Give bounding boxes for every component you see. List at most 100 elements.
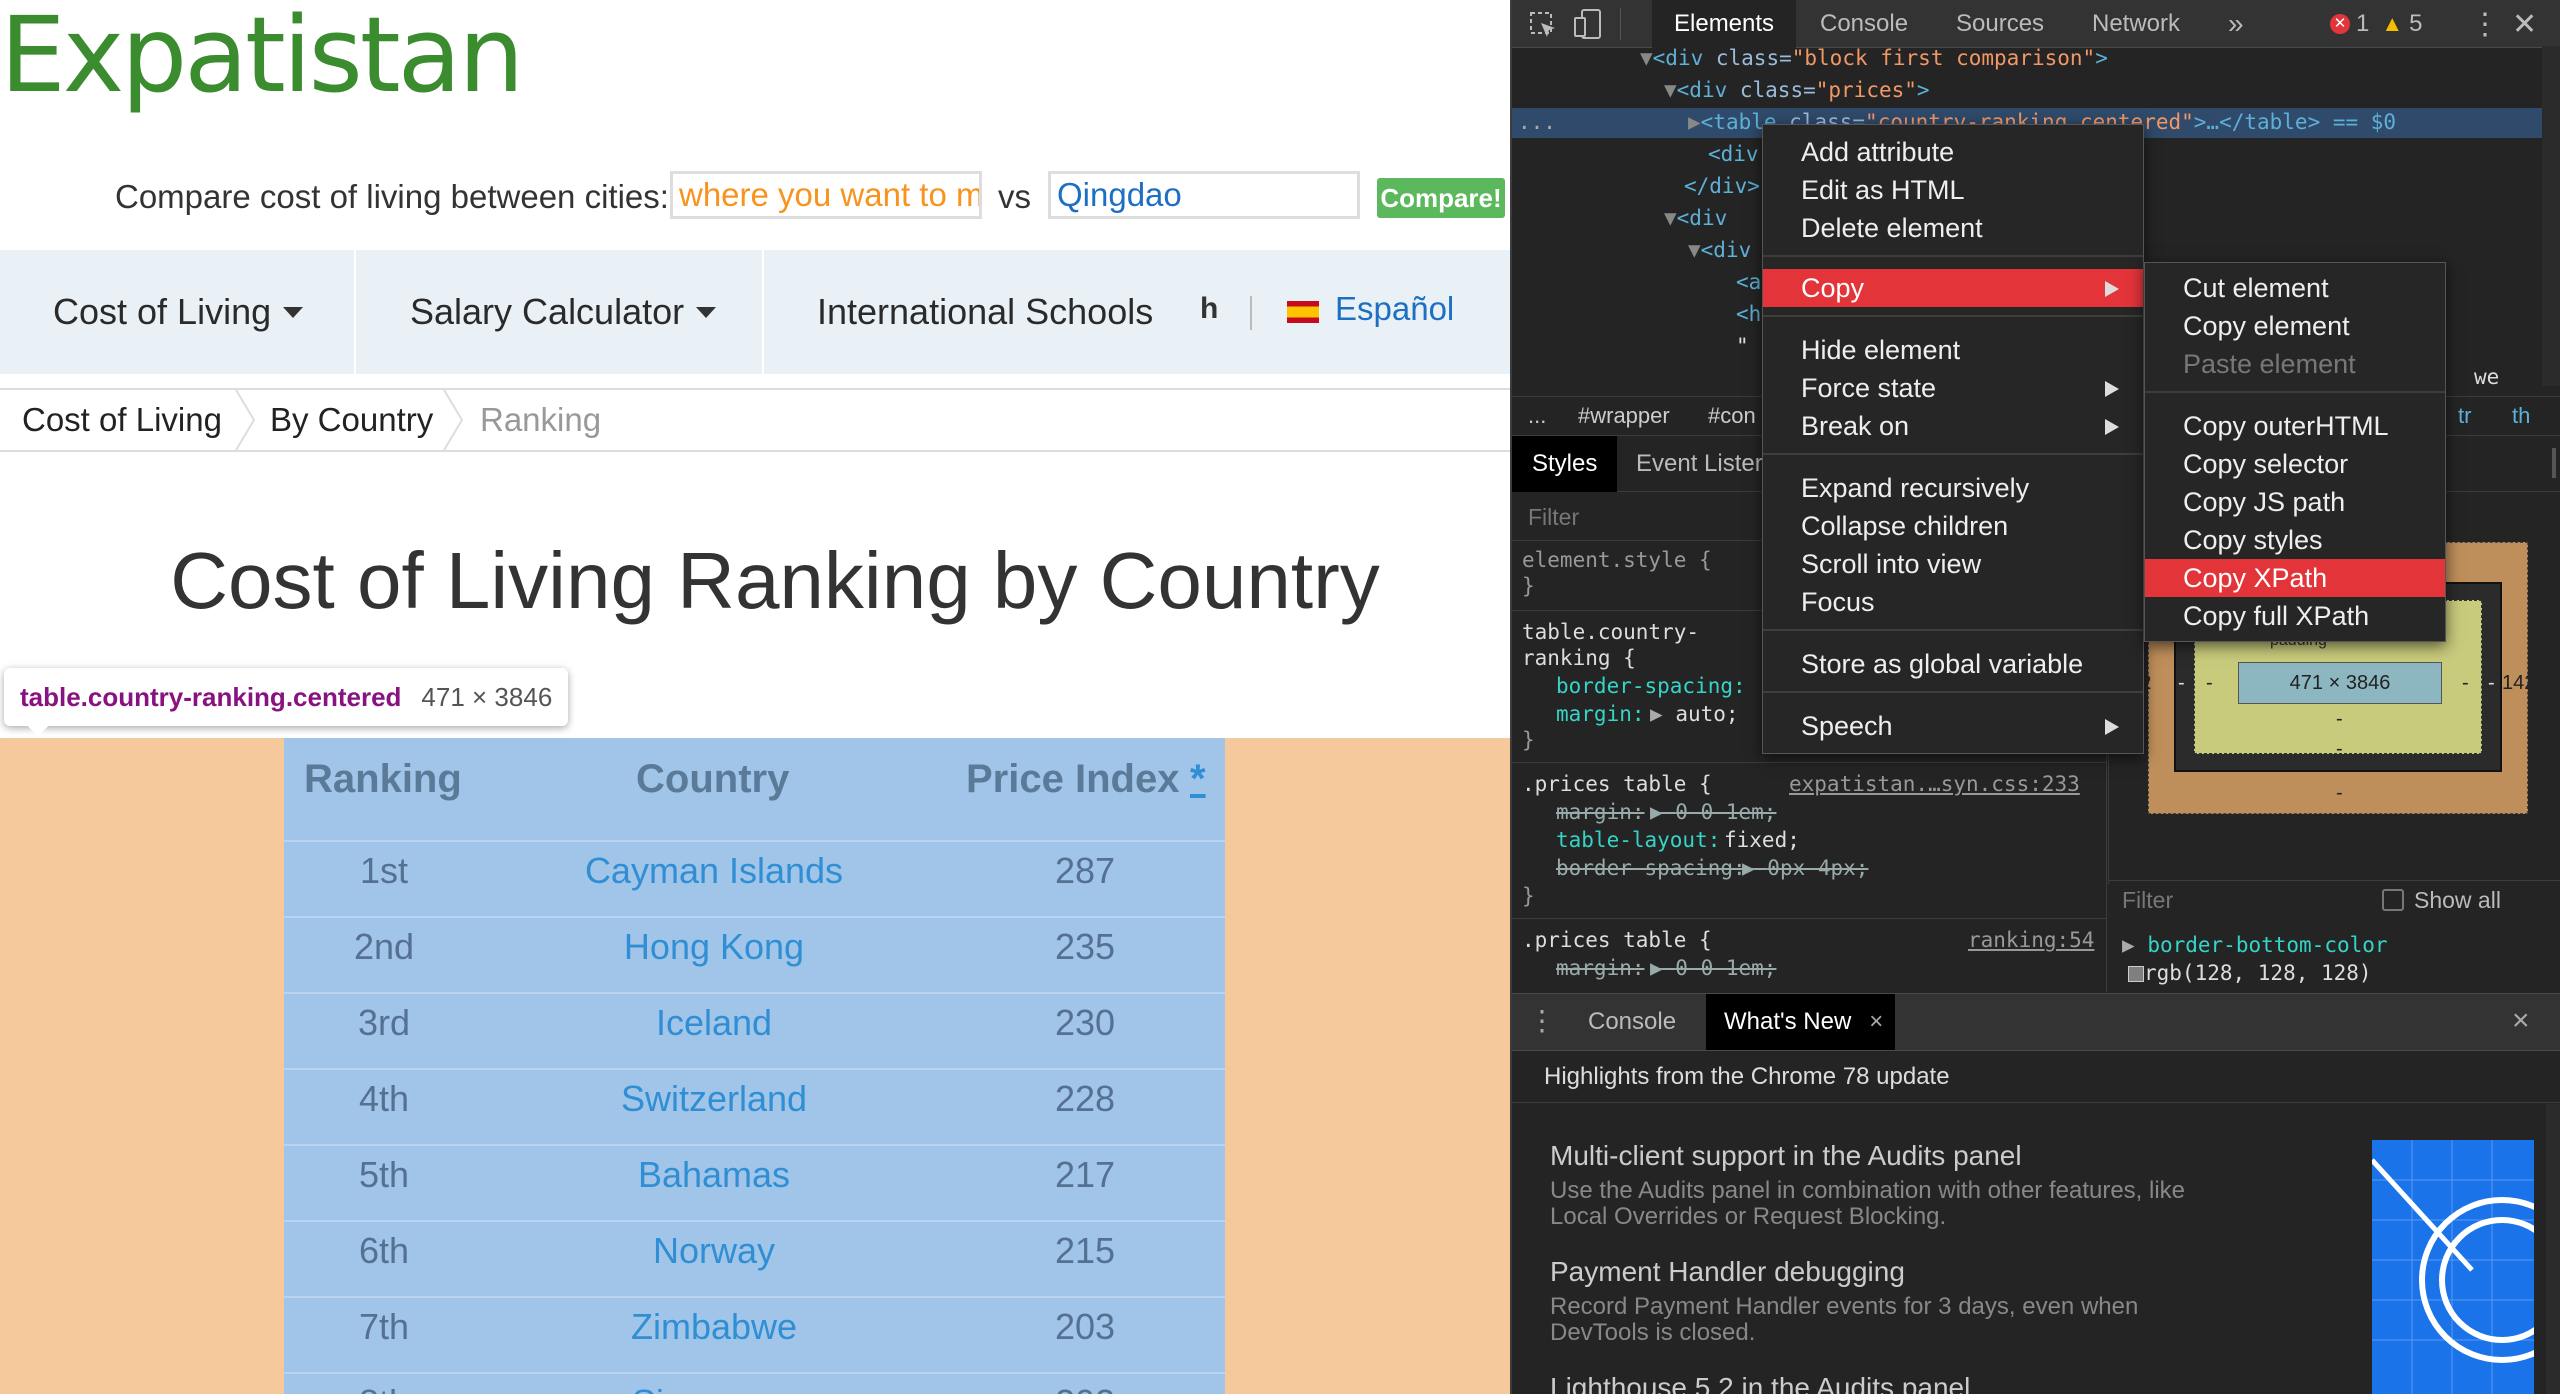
dom-line-h[interactable]: <h — [1736, 302, 1761, 326]
cell-country-link[interactable]: Norway — [514, 1230, 914, 1272]
dom-line-text[interactable]: " — [1736, 334, 1749, 358]
rule-element-style[interactable]: element.style { — [1522, 548, 1712, 572]
menu-speech[interactable]: Speech — [1763, 707, 2143, 745]
dom-line-a[interactable]: <a — [1736, 270, 1761, 294]
border-bottom-value[interactable]: - — [2336, 738, 2343, 761]
tab-network[interactable]: Network — [2092, 0, 2180, 48]
devtools-menu-icon[interactable]: ⋮ — [2470, 0, 2500, 48]
cell-country-link[interactable]: Singapore — [514, 1382, 914, 1394]
cell-country-link[interactable]: Cayman Islands — [514, 850, 914, 892]
padding-left-value[interactable]: - — [2206, 672, 2213, 695]
whats-new-item-title[interactable]: Lighthouse 5.2 in the Audits panel — [1550, 1372, 1970, 1394]
prop-margin[interactable]: margin: — [1556, 702, 1645, 726]
prop-margin-value[interactable]: ▶ auto; — [1650, 702, 1739, 726]
menu-focus[interactable]: Focus — [1763, 583, 2143, 621]
compare-button[interactable]: Compare! — [1377, 178, 1505, 218]
prop-value[interactable]: fixed; — [1724, 828, 1800, 852]
color-swatch-icon[interactable] — [2128, 966, 2144, 982]
errors-counter[interactable]: ✕ 1 ▲ 5 — [2330, 0, 2423, 48]
crumb-th[interactable]: th — [2512, 403, 2530, 429]
menu-delete-element[interactable]: Delete element — [1763, 209, 2143, 247]
dom-line-prices[interactable]: ▼<div class="prices"> — [1664, 78, 1930, 102]
menu-copy-element[interactable]: Copy element — [2145, 307, 2445, 345]
rule-selector[interactable]: .prices table { — [1522, 772, 1712, 796]
menu-force-state[interactable]: Force state — [1763, 369, 2143, 407]
dom-line-div-3[interactable]: ▼<div — [1688, 238, 1751, 262]
padding-bottom-value[interactable]: - — [2336, 708, 2343, 731]
dom-line-comparison[interactable]: ▼<div class="block first comparison"> — [1640, 46, 2108, 70]
cell-country-link[interactable]: Hong Kong — [514, 926, 914, 968]
prop-value[interactable]: ▶ 0 0 1em; — [1650, 800, 1776, 824]
nav-international-schools[interactable]: International Schools — [817, 250, 1153, 374]
cell-country-link[interactable]: Zimbabwe — [514, 1306, 914, 1348]
to-city-input[interactable]: Qingdao — [1048, 171, 1360, 219]
prop-border-spacing[interactable]: border-spacing: — [1556, 674, 1746, 698]
margin-bottom-value[interactable]: - — [2336, 782, 2343, 805]
language-link[interactable]: Español — [1335, 290, 1454, 328]
menu-copy-js-path[interactable]: Copy JS path — [2145, 483, 2445, 521]
menu-break-on[interactable]: Break on — [1763, 407, 2143, 445]
prop-value[interactable]: ▶ 0 0 1em; — [1650, 956, 1776, 980]
menu-copy-xpath[interactable]: Copy XPath — [2145, 559, 2445, 597]
tab-sources[interactable]: Sources — [1956, 0, 2044, 48]
whats-new-item-title[interactable]: Multi-client support in the Audits panel — [1550, 1140, 2022, 1172]
rule-source-link[interactable]: expatistan.…syn.css:233 — [1789, 772, 2080, 796]
computed-filter-input[interactable]: Filter — [2122, 887, 2173, 914]
dom-scrollbar[interactable] — [2542, 46, 2560, 386]
nav-salary-calculator[interactable]: Salary Calculator — [410, 250, 717, 374]
menu-hide-element[interactable]: Hide element — [1763, 331, 2143, 369]
border-right-value[interactable]: - — [2488, 672, 2495, 695]
inspect-element-icon[interactable] — [1528, 10, 1558, 40]
expatistan-logo[interactable]: Expatistan — [0, 0, 524, 116]
prop-margin-overridden[interactable]: margin: — [1556, 956, 1645, 980]
close-devtools-icon[interactable]: ✕ — [2512, 0, 2537, 48]
drawer-tab-console[interactable]: Console — [1588, 1008, 1676, 1036]
dom-line-div-close[interactable]: </div> — [1684, 174, 1760, 198]
styles-filter-input[interactable]: Filter — [1528, 504, 1579, 531]
close-drawer-icon[interactable]: × — [2512, 1004, 2530, 1038]
styles-scrollbar[interactable] — [2552, 448, 2556, 478]
prop-table-layout[interactable]: table-layout: — [1556, 828, 1720, 852]
tab-console[interactable]: Console — [1820, 0, 1908, 48]
box-content-size[interactable]: 471 × 3846 — [2238, 662, 2442, 704]
rule-selector[interactable]: ranking { — [1522, 646, 1636, 670]
tab-event-listeners[interactable]: Event Lister — [1636, 436, 1763, 492]
dom-line-div[interactable]: <div — [1708, 142, 1759, 166]
prop-value[interactable]: ▶ 0px 4px; — [1742, 856, 1868, 880]
nav-truncated-item[interactable]: h — [1200, 292, 1218, 326]
tab-elements[interactable]: Elements — [1652, 0, 1797, 48]
menu-copy[interactable]: Copy — [1763, 269, 2143, 307]
padding-right-value[interactable]: - — [2462, 672, 2469, 695]
show-all-checkbox[interactable] — [2382, 889, 2404, 911]
dom-ellipsis[interactable]: ... — [1518, 110, 1556, 134]
menu-add-attribute[interactable]: Add attribute — [1763, 133, 2143, 171]
cell-country-link[interactable]: Bahamas — [514, 1154, 914, 1196]
drawer-tab-whats-new[interactable]: What's New × — [1706, 994, 1896, 1050]
drawer-menu-icon[interactable]: ⋮ — [1528, 1004, 1556, 1037]
menu-collapse-children[interactable]: Collapse children — [1763, 507, 2143, 545]
computed-value[interactable]: rgb(128, 128, 128) — [2128, 961, 2372, 985]
from-city-input[interactable]: where you want to m — [670, 171, 982, 219]
rule-selector[interactable]: .prices table { — [1522, 928, 1712, 952]
rule-source-link[interactable]: ranking:54 — [1968, 928, 2094, 952]
crumb-con[interactable]: #con — [1708, 403, 1756, 429]
breadcrumb-cost-of-living[interactable]: Cost of Living — [22, 390, 222, 450]
nav-cost-of-living[interactable]: Cost of Living — [53, 250, 304, 374]
rule-selector[interactable]: table.country- — [1522, 620, 1699, 644]
menu-expand-recursively[interactable]: Expand recursively — [1763, 469, 2143, 507]
drawer-scrollbar[interactable] — [2546, 1104, 2560, 1394]
menu-store-global-variable[interactable]: Store as global variable — [1763, 645, 2143, 683]
menu-copy-selector[interactable]: Copy selector — [2145, 445, 2445, 483]
menu-edit-as-html[interactable]: Edit as HTML — [1763, 171, 2143, 209]
menu-copy-outerhtml[interactable]: Copy outerHTML — [2145, 407, 2445, 445]
breadcrumb-by-country[interactable]: By Country — [270, 390, 433, 450]
computed-prop[interactable]: ▶ border-bottom-color — [2122, 933, 2388, 957]
menu-copy-full-xpath[interactable]: Copy full XPath — [2145, 597, 2445, 635]
whats-new-item-title[interactable]: Payment Handler debugging — [1550, 1256, 1905, 1288]
more-tabs-button[interactable]: » — [2228, 0, 2244, 48]
cell-country-link[interactable]: Switzerland — [514, 1078, 914, 1120]
crumb-ellipsis[interactable]: ... — [1528, 403, 1546, 429]
menu-scroll-into-view[interactable]: Scroll into view — [1763, 545, 2143, 583]
margin-right-value[interactable]: 142 — [2502, 672, 2535, 695]
prop-border-spacing-overridden[interactable]: border-spacing: — [1556, 856, 1746, 880]
